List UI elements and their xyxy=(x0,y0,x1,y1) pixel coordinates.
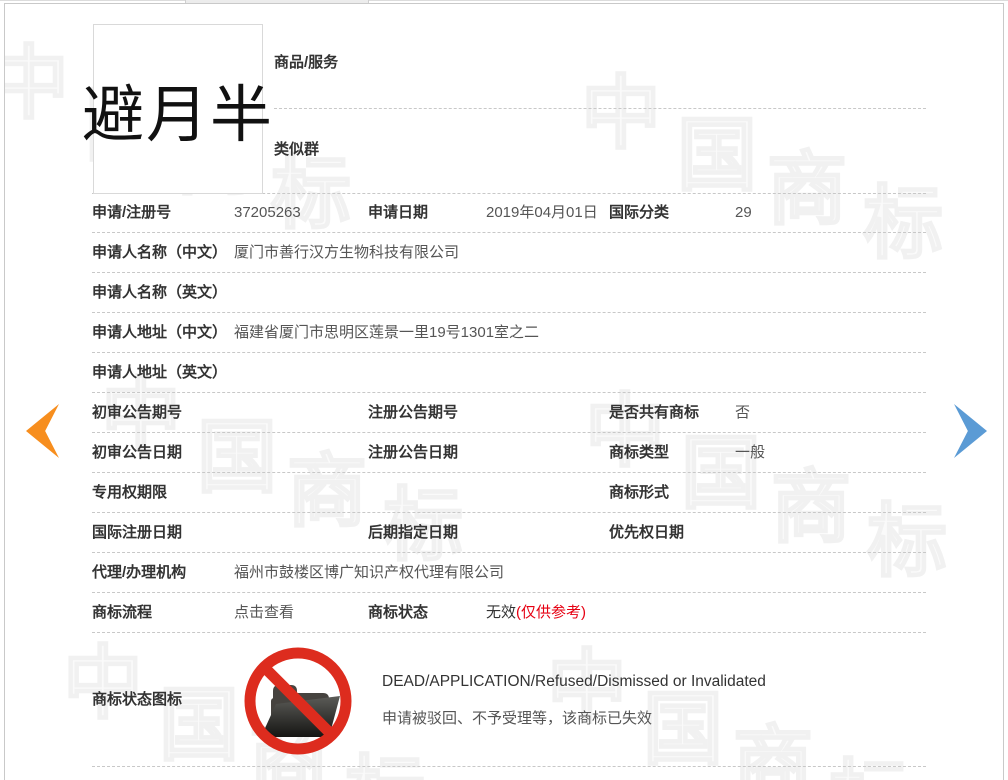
trademark-text: 避月半 xyxy=(82,64,274,154)
status-text: 无效 xyxy=(486,604,516,621)
field-label-exclusive-period: 专用权期限 xyxy=(92,473,167,513)
field-label-reg-gazette-no: 注册公告期号 xyxy=(368,393,458,433)
field-label-first-gazette-no: 初审公告期号 xyxy=(92,393,182,433)
field-value-address-cn: 福建省厦门市思明区莲景一里19号1301室之二 xyxy=(234,313,539,353)
table-row: 代理/办理机构 福州市鼓楼区博广知识产权代理有限公司 xyxy=(92,553,926,593)
table-row: 申请人名称（英文） xyxy=(92,273,926,313)
field-label-mark-status: 商标状态 xyxy=(368,593,428,633)
field-label-applicant-cn: 申请人名称（中文） xyxy=(92,233,227,273)
field-label-applicant-en: 申请人名称（英文） xyxy=(92,273,227,313)
table-row: 专用权期限 商标形式 xyxy=(92,473,926,513)
trademark-detail-panel: 中国商标 中国商标 中国商标 中国商标 中国商标 中国商标 避月半 商品/服务 … xyxy=(4,3,1004,780)
prohibited-folder-icon xyxy=(243,646,353,756)
table-row: 初审公告日期 注册公告日期 商标类型 一般 xyxy=(92,433,926,473)
field-label-apply-date: 申请日期 xyxy=(368,193,428,233)
top-divider xyxy=(0,0,1008,1)
field-label-mark-type: 商标类型 xyxy=(609,433,669,473)
view-process-link[interactable]: 点击查看 xyxy=(234,593,294,633)
field-label-reg-no: 申请/注册号 xyxy=(92,193,171,233)
field-label-first-gazette-date: 初审公告日期 xyxy=(92,433,182,473)
field-value-reg-no: 37205263 xyxy=(234,193,301,233)
table-row: 国际注册日期 后期指定日期 优先权日期 xyxy=(92,513,926,553)
field-value-shared-mark: 否 xyxy=(735,393,750,433)
field-value-apply-date: 2019年04月01日 xyxy=(486,193,598,233)
field-label-reg-gazette-date: 注册公告日期 xyxy=(368,433,458,473)
next-arrow-button[interactable] xyxy=(954,404,987,458)
field-value-applicant-cn: 厦门市善行汉方生物科技有限公司 xyxy=(234,233,459,273)
prev-arrow-button[interactable] xyxy=(26,404,59,458)
status-icon-row: 商标状态图标 DEAD/APPLICATION/Refused/Dismisse… xyxy=(92,633,926,767)
table-row: 商标流程 点击查看 商标状态 无效(仅供参考) xyxy=(92,593,926,633)
status-note: (仅供参考) xyxy=(516,604,586,621)
field-label-agency: 代理/办理机构 xyxy=(92,553,186,593)
field-label-intl-reg-date: 国际注册日期 xyxy=(92,513,182,553)
field-value-intl-class: 29 xyxy=(735,193,752,233)
table-row: 申请人地址（中文） 福建省厦门市思明区莲景一里19号1301室之二 xyxy=(92,313,926,353)
table-row: 初审公告期号 注册公告期号 是否共有商标 否 xyxy=(92,393,926,433)
field-label-shared-mark: 是否共有商标 xyxy=(609,393,699,433)
status-description-text: 申请被驳回、不予受理等，该商标已失效 xyxy=(382,707,652,728)
field-value-mark-status: 无效(仅供参考) xyxy=(486,593,586,633)
trademark-image: 避月半 xyxy=(93,24,263,194)
table-row: 申请/注册号 37205263 申请日期 2019年04月01日 国际分类 29 xyxy=(92,193,926,233)
field-label-later-designation-date: 后期指定日期 xyxy=(368,513,458,553)
table-row: 申请人地址（英文） xyxy=(92,353,926,393)
field-label-mark-form: 商标形式 xyxy=(609,473,669,513)
table-row: 申请人名称（中文） 厦门市善行汉方生物科技有限公司 xyxy=(92,233,926,273)
field-label-address-cn: 申请人地址（中文） xyxy=(92,313,227,353)
field-value-agency: 福州市鼓楼区博广知识产权代理有限公司 xyxy=(234,553,504,593)
field-label-address-en: 申请人地址（英文） xyxy=(92,353,227,393)
field-value-mark-type: 一般 xyxy=(735,433,765,473)
field-label-status-icon: 商标状态图标 xyxy=(92,633,182,767)
goods-services-label: 商品/服务 xyxy=(274,51,574,71)
status-code-text: DEAD/APPLICATION/Refused/Dismissed or In… xyxy=(382,673,766,691)
field-label-intl-class: 国际分类 xyxy=(609,193,669,233)
field-label-priority-date: 优先权日期 xyxy=(609,513,684,553)
similar-group-label: 类似群 xyxy=(274,138,574,158)
field-label-mark-process: 商标流程 xyxy=(92,593,152,633)
divider xyxy=(274,108,926,109)
